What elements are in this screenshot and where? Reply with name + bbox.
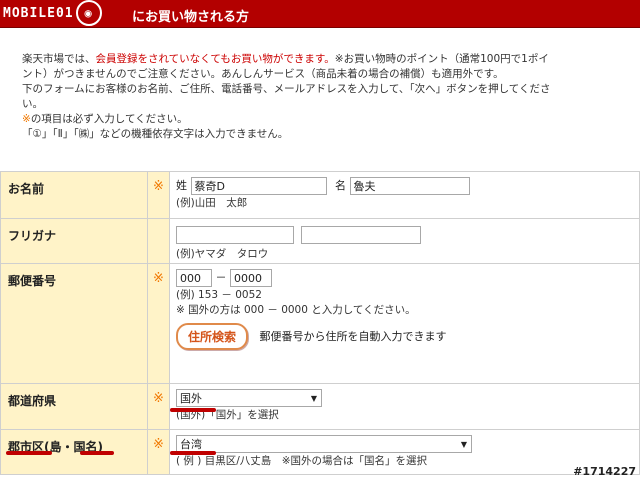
city-note: ( 例 ) 目黒区/八丈島 ※国外の場合は「国名」を選択 [176, 455, 428, 467]
highlight-underline [170, 408, 216, 412]
required-mark: ※ [147, 429, 170, 475]
required-mark: ※ [22, 113, 31, 125]
page-title: にお買い物される方 [132, 10, 250, 25]
pref-row: 都道府県 ※ 国外 ▼ (国外)「国外」を選択 [0, 383, 640, 430]
intro-text-a: 楽天市場では、 [22, 53, 96, 65]
intro-line-5: の項目は必ず入力してください。 [30, 113, 188, 125]
logo: MOBILE01 ◉ [3, 0, 102, 26]
chevron-down-icon: ▼ [310, 394, 317, 403]
intro-line-3: 下のフォームにお客様のお名前、ご住所、電話番号、メールアドレスを入力して、「次へ… [22, 83, 551, 95]
pref-select[interactable]: 国外 ▼ [176, 389, 322, 407]
kana-label: フリガナ [0, 218, 148, 264]
name-example: (例)山田 太郎 [176, 197, 248, 209]
chevron-down-icon: ▼ [460, 440, 467, 449]
zip-overseas-note: ※ 国外の方は 000 － 0000 と入力してください。 [176, 304, 416, 316]
required-mark: ※ [147, 263, 170, 384]
kana-sei-input[interactable] [176, 226, 294, 244]
highlight-underline [6, 451, 52, 455]
mei-label: 名 [335, 179, 346, 192]
pref-selected: 国外 [180, 392, 202, 405]
intro-text: 楽天市場では、会員登録をされていなくてもお買い物ができます。※お買い物時のポイン… [22, 52, 622, 142]
address-form: お名前 ※ 姓 蔡奇D 名 魯夫 (例)山田 太郎 フリガナ (例)ヤマダ タロ… [0, 171, 640, 475]
zip-row: 郵便番号 ※ 000 － 0000 (例) 153 － 0052 ※ 国外の方は… [0, 263, 640, 384]
address-search-note: 郵便番号から住所を自動入力できます [259, 329, 447, 343]
logo-text: MOBILE01 [3, 5, 74, 21]
zip-first-input[interactable]: 000 [176, 269, 212, 287]
intro-highlight: 会員登録をされていなくてもお買い物ができます。 [95, 53, 335, 65]
sei-label: 姓 [176, 179, 187, 192]
intro-line-4: い。 [22, 98, 43, 110]
speech-bubble-icon: ◉ [75, 0, 102, 26]
name-row: お名前 ※ 姓 蔡奇D 名 魯夫 (例)山田 太郎 [0, 171, 640, 219]
city-selected: 台湾 [180, 438, 202, 451]
zip-label: 郵便番号 [0, 263, 148, 384]
name-label: お名前 [0, 171, 148, 219]
pref-note: (国外)「国外」を選択 [176, 409, 279, 421]
pref-label: 都道府県 [0, 383, 148, 430]
required-mark: ※ [147, 171, 170, 219]
city-select[interactable]: 台湾 ▼ [176, 435, 472, 453]
zip-dash: － [215, 271, 227, 284]
intro-text-b: ※お買い物時のポイント（通常100円で1ポイ [334, 53, 549, 65]
intro-line-2: ント）がつきませんのでご注意ください。あんしんサービス（商品未着の場合の補償）も… [22, 68, 504, 80]
mei-input[interactable]: 魯夫 [349, 177, 470, 195]
required-mark: ※ [147, 383, 170, 430]
zip-example: (例) 153 － 0052 [176, 289, 262, 301]
kana-mei-input[interactable] [300, 226, 421, 244]
watermark: #1714227 [573, 465, 636, 478]
sei-input[interactable]: 蔡奇D [190, 177, 327, 195]
zip-second-input[interactable]: 0000 [230, 269, 272, 287]
kana-example: (例)ヤマダ タロウ [176, 248, 269, 260]
intro-line-6: 「①」「Ⅱ」「㈱」などの機種依存文字は入力できません。 [22, 128, 289, 140]
highlight-underline [170, 451, 216, 455]
kana-row: フリガナ (例)ヤマダ タロウ [0, 218, 640, 264]
highlight-underline [80, 451, 114, 455]
header-bar: MOBILE01 ◉ にお買い物される方 [0, 0, 640, 28]
address-search-button[interactable]: 住所検索 [176, 323, 249, 350]
